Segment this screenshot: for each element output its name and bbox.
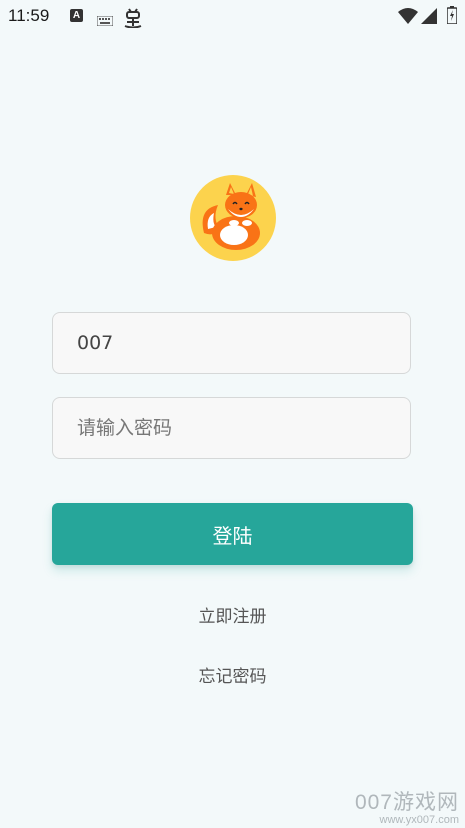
username-input[interactable] [53,313,410,373]
status-bar: 11:59 A [0,0,465,34]
keyboard-icon [96,11,114,30]
status-time: 11:59 [8,6,50,25]
password-input[interactable] [53,398,410,458]
password-field[interactable] [52,397,411,459]
a-notification-icon: A [70,9,83,22]
forgot-password-link[interactable]: 忘记密码 [0,662,465,687]
bug-icon [123,6,143,32]
watermark-brand: 007游戏网 [354,791,459,814]
login-button[interactable]: 登陆 [52,503,413,565]
wifi-icon [398,8,418,28]
fox-mascot-logo [190,175,276,261]
username-field[interactable] [52,312,411,374]
battery-icon [446,6,458,28]
register-link[interactable]: 立即注册 [0,602,465,627]
signal-icon [421,8,437,28]
watermark: 007游戏网 www.yx007.com [355,786,459,826]
